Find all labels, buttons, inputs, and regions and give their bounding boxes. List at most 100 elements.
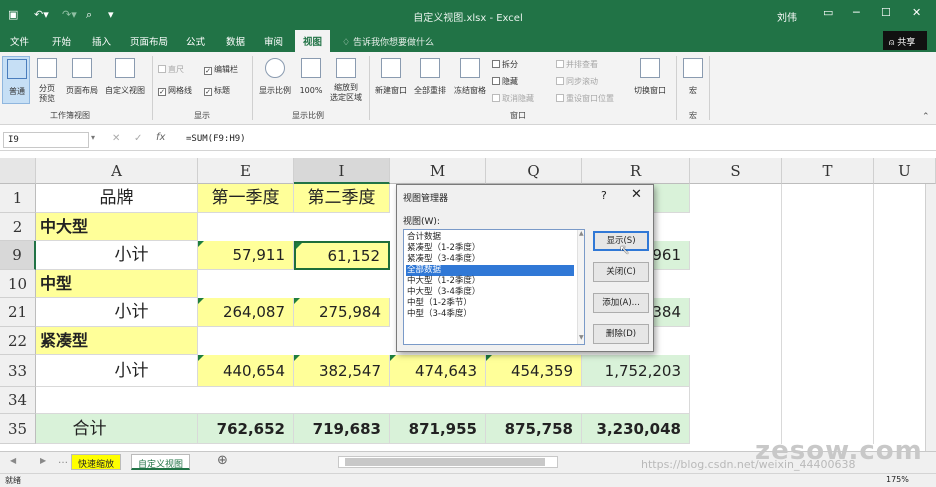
zoom-button[interactable]: 显示比例: [256, 56, 294, 104]
tab-review[interactable]: 审阅: [264, 34, 283, 48]
switch-windows-button[interactable]: 切换窗口: [630, 56, 670, 104]
cell-I21[interactable]: 275,984: [294, 298, 390, 327]
add-button[interactable]: 添加(A)...: [593, 293, 649, 313]
scroll-down-icon[interactable]: ▼: [579, 334, 584, 341]
vertical-scrollbar[interactable]: [925, 184, 936, 451]
scroll-thumb[interactable]: [345, 458, 545, 466]
formula-bar-checkbox[interactable]: ✓ 编辑栏: [204, 64, 238, 75]
sheet-tab-custom-views[interactable]: 自定义视图: [131, 454, 191, 470]
next-sheet-icon[interactable]: ▶: [40, 456, 46, 465]
cell-Q33[interactable]: 454,359: [486, 355, 582, 387]
freeze-panes-button[interactable]: 冻结窗格: [450, 56, 490, 104]
close-icon[interactable]: ✕: [631, 187, 642, 202]
add-sheet-icon[interactable]: ⊕: [217, 453, 228, 468]
sync-scroll-button[interactable]: 同步滚动: [556, 76, 598, 87]
tell-me-box[interactable]: ♢ 告诉我你想要做什么: [342, 35, 434, 48]
name-box[interactable]: I9: [3, 132, 89, 148]
row-header-35[interactable]: 35: [0, 414, 36, 444]
tab-formulas[interactable]: 公式: [186, 34, 205, 48]
cell-A9[interactable]: 小计: [36, 241, 198, 270]
list-item[interactable]: 紧凑型（1-2季度）: [406, 243, 574, 254]
close-button[interactable]: 关闭(C): [593, 262, 649, 282]
column-header-S[interactable]: S: [690, 158, 782, 184]
list-item-selected[interactable]: 全部数据: [406, 265, 574, 276]
help-icon[interactable]: ?: [601, 189, 607, 202]
side-by-side-button[interactable]: 并排查看: [556, 59, 598, 70]
row-header-22[interactable]: 22: [0, 327, 36, 355]
horizontal-scrollbar[interactable]: [338, 456, 558, 468]
name-box-dropdown-icon[interactable]: ▾: [91, 133, 95, 142]
tab-home[interactable]: 开始: [52, 34, 71, 48]
cell-I33[interactable]: 382,547: [294, 355, 390, 387]
zoom-100-button[interactable]: 100%: [296, 56, 326, 104]
row-header-9[interactable]: 9: [0, 241, 36, 270]
cell-R33[interactable]: 1,752,203: [582, 355, 690, 387]
user-name[interactable]: 刘伟: [777, 9, 797, 24]
headings-checkbox[interactable]: ✓ 标题: [204, 85, 230, 96]
page-break-preview-button[interactable]: 分页 预览: [33, 56, 61, 104]
cell-A1[interactable]: 品牌: [36, 184, 198, 213]
enter-icon[interactable]: ✓: [134, 133, 142, 144]
cell-I1[interactable]: 第二季度: [294, 184, 390, 213]
column-header-U[interactable]: U: [874, 158, 936, 184]
select-all-corner[interactable]: [0, 158, 36, 184]
tab-page-layout[interactable]: 页面布局: [130, 34, 168, 48]
share-button[interactable]: ⍝ 共享: [883, 31, 927, 50]
cell-R35[interactable]: 3,230,048: [582, 414, 690, 444]
tab-insert[interactable]: 插入: [92, 34, 111, 48]
cell-A2[interactable]: 中大型: [36, 213, 198, 241]
macros-button[interactable]: 宏: [680, 56, 706, 104]
row-header-2[interactable]: 2: [0, 213, 36, 241]
row-header-21[interactable]: 21: [0, 298, 36, 327]
minimize-icon[interactable]: ─: [853, 6, 860, 19]
cell-E9[interactable]: 57,911: [198, 241, 294, 270]
scroll-up-icon[interactable]: ▲: [579, 230, 584, 237]
arrange-all-button[interactable]: 全部重排: [410, 56, 450, 104]
cell-I9-active[interactable]: 61,152: [294, 241, 390, 270]
unhide-button[interactable]: 取消隐藏: [492, 93, 534, 104]
cell-I35[interactable]: 719,683: [294, 414, 390, 444]
page-layout-view-button[interactable]: 页面布局: [62, 56, 102, 104]
zoom-level[interactable]: 175%: [886, 475, 909, 484]
cell-M33[interactable]: 474,643: [390, 355, 486, 387]
formula-input[interactable]: =SUM(F9:H9): [186, 134, 246, 144]
column-header-A[interactable]: A: [36, 158, 198, 184]
collapse-ribbon-icon[interactable]: ⌃: [922, 112, 930, 122]
ribbon-options-icon[interactable]: ▭: [823, 6, 833, 19]
custom-views-button[interactable]: 自定义视图: [102, 56, 148, 104]
hide-button[interactable]: 隐藏: [492, 76, 518, 87]
row-34-empty[interactable]: [36, 387, 690, 414]
row-header-1[interactable]: 1: [0, 184, 36, 213]
more-sheets-icon[interactable]: …: [58, 455, 68, 466]
new-window-button[interactable]: 新建窗口: [372, 56, 410, 104]
tab-data[interactable]: 数据: [226, 34, 245, 48]
split-button[interactable]: 拆分: [492, 59, 518, 70]
cell-A21[interactable]: 小计: [36, 298, 198, 327]
list-item[interactable]: 中型（3-4季度）: [406, 309, 574, 320]
empty-column-S[interactable]: [690, 184, 782, 444]
tab-view[interactable]: 视图: [295, 30, 331, 52]
cell-Q35[interactable]: 875,758: [486, 414, 582, 444]
delete-button[interactable]: 删除(D): [593, 324, 649, 344]
cell-A22[interactable]: 紧凑型: [36, 327, 198, 355]
list-item[interactable]: 中大型（3-4季度）: [406, 287, 574, 298]
list-item[interactable]: 合计数据: [406, 232, 574, 243]
zoom-to-selection-button[interactable]: 缩放到 选定区域: [326, 56, 366, 108]
cell-E33[interactable]: 440,654: [198, 355, 294, 387]
column-header-I[interactable]: I: [294, 158, 390, 184]
column-header-M[interactable]: M: [390, 158, 486, 184]
list-item[interactable]: 紧凑型（3-4季度）: [406, 254, 574, 265]
reset-window-position-button[interactable]: 重设窗口位置: [556, 93, 614, 104]
gridlines-checkbox[interactable]: ✓ 网格线: [158, 85, 192, 96]
column-header-T[interactable]: T: [782, 158, 874, 184]
column-header-Q[interactable]: Q: [486, 158, 582, 184]
prev-sheet-icon[interactable]: ◀: [10, 456, 16, 465]
cell-E35[interactable]: 762,652: [198, 414, 294, 444]
close-window-icon[interactable]: ✕: [912, 6, 921, 19]
ruler-checkbox[interactable]: 直尺: [158, 64, 184, 75]
column-header-E[interactable]: E: [198, 158, 294, 184]
cell-E21[interactable]: 264,087: [198, 298, 294, 327]
list-item[interactable]: 中大型（1-2季度）: [406, 276, 574, 287]
insert-function-icon[interactable]: fx: [156, 132, 165, 143]
tab-file[interactable]: 文件: [10, 34, 29, 48]
